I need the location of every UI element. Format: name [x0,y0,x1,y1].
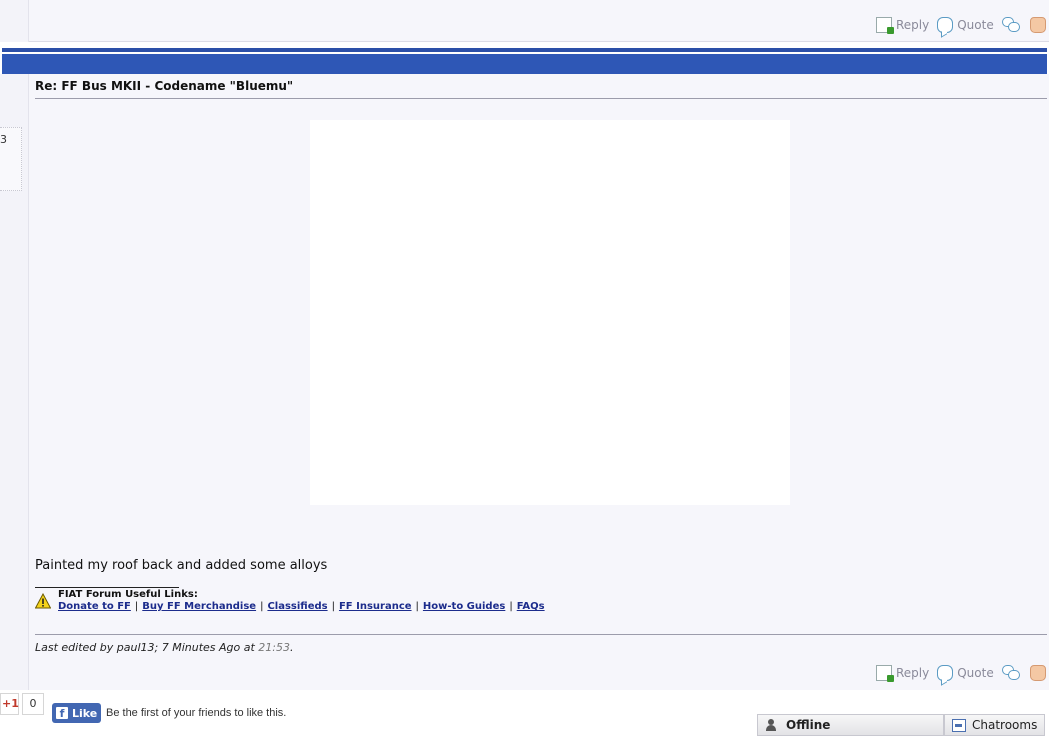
link-separator: | [331,601,335,612]
thumbs-up-icon [1029,665,1046,681]
signature-heading: FIAT Forum Useful Links: [58,589,198,600]
link-separator: | [415,601,419,612]
link-merchandise[interactable]: Buy FF Merchandise [142,601,256,612]
quote-button[interactable]: Quote [937,17,994,33]
user-info-fragment: 3 [0,133,7,146]
multi-quote-button[interactable] [1001,665,1022,681]
link-separator: | [134,601,139,612]
facebook-icon: f [56,707,68,720]
social-strip: +1 0 f Like Be the first of your friends… [0,690,1049,736]
link-how-to-guides[interactable]: How-to Guides [423,601,505,612]
edit-note-time: 21:53 [258,641,290,654]
facebook-like-button[interactable]: f Like [52,703,101,723]
reply-icon [876,17,894,34]
link-separator: | [260,601,264,612]
edit-note-suffix: . [290,641,294,654]
previous-post-user-column [0,0,29,42]
reply-label: Reply [896,18,930,32]
signature-links: Donate to FF | Buy FF Merchandise | Classifi… [58,601,545,612]
reply-label: Reply [896,666,930,680]
signature-divider [35,587,179,588]
post: 3 Re: FF Bus MKII - Codename "Bluemu" Pa… [0,74,1049,690]
user-icon [766,719,780,731]
link-donate[interactable]: Donate to FF [58,601,131,612]
multi-quote-icon [1001,665,1020,681]
chatrooms-button[interactable]: Chatrooms [944,714,1045,736]
google-plus-count: 0 [22,693,44,715]
post-image[interactable] [310,120,790,505]
reply-icon [876,665,894,682]
thumbs-up-icon [1029,17,1046,33]
quote-label: Quote [957,18,994,32]
last-edited-note: Last edited by paul13; 7 Minutes Ago at … [35,641,294,654]
forum-thread-page: Reply Quote 3 Re: FF Bus MKII - Codename… [0,0,1049,736]
edit-note-prefix: Last edited by paul13; 7 Minutes Ago at [35,641,259,654]
facebook-like-text: Be the first of your friends to like thi… [106,707,287,719]
quote-button[interactable]: Quote [937,665,994,681]
post-header-bar [2,48,1047,74]
edit-divider [35,634,1047,635]
link-classifieds[interactable]: Classifieds [267,601,327,612]
multi-quote-button[interactable] [1001,17,1022,33]
link-separator: | [509,601,513,612]
offline-status-button[interactable]: Offline [757,714,944,736]
link-insurance[interactable]: FF Insurance [339,601,412,612]
reply-button[interactable]: Reply [876,665,930,682]
title-divider [35,98,1047,99]
warning-icon [35,593,51,609]
quote-icon [937,665,954,681]
offline-label: Offline [786,718,831,732]
previous-post-actions: Reply Quote [876,17,1049,34]
chatroom-icon [952,718,966,732]
post-actions: Reply Quote [876,665,1049,682]
reply-button[interactable]: Reply [876,17,930,34]
quote-icon [937,17,954,33]
post-user-column: 3 [0,74,29,690]
multi-quote-icon [1001,17,1020,33]
post-title: Re: FF Bus MKII - Codename "Bluemu" [35,79,294,93]
facebook-like-label: Like [72,706,98,720]
post-message: Painted my roof back and added some allo… [35,558,328,573]
quote-label: Quote [957,666,994,680]
previous-post-footer: Reply Quote [0,0,1049,42]
google-plus-one-button[interactable]: +1 [0,693,19,715]
link-faqs[interactable]: FAQs [517,601,545,612]
chatrooms-label: Chatrooms [972,718,1038,732]
thanks-button[interactable] [1029,17,1049,33]
thanks-button[interactable] [1029,665,1049,681]
